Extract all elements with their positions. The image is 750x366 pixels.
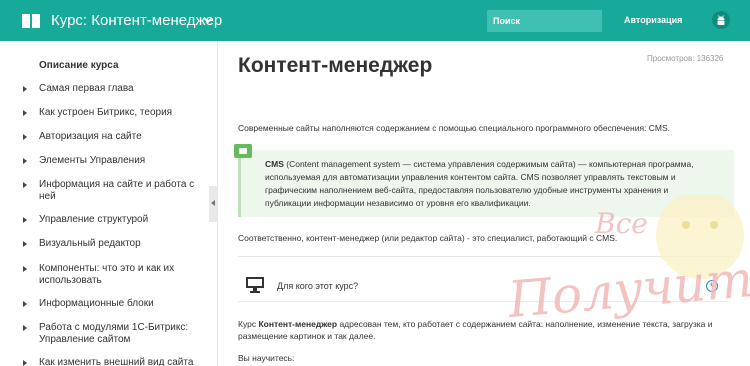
chevron-right-icon [23,325,27,331]
sidebar-item-label: Описание курса [39,60,119,71]
definition-callout: CMS (Content management system — система… [238,150,734,217]
chevron-right-icon [23,360,27,366]
chevron-right-icon [23,217,27,223]
avatar[interactable] [712,11,730,29]
page-title: Контент-менеджер [238,54,433,77]
learn-heading: Вы научитесь: [238,353,295,363]
audience-course-name: Контент-менеджер [258,319,338,329]
callout-body: (Content management system — система упр… [265,159,694,208]
sidebar: Описание курса Самая первая глава Как ус… [0,41,218,366]
chevron-right-icon [23,182,27,188]
book-icon[interactable] [22,14,40,28]
auth-link[interactable]: Авторизация [624,15,682,25]
sidebar-item-label: Информация на сайте и работа с ней [39,179,195,202]
sidebar-item-label: Информационные блоки [39,298,154,309]
sidebar-item-label: Работа с модулями 1С-Битрикс: Управление… [39,322,189,345]
sidebar-item-label: Управление структурой [39,214,149,225]
chevron-right-icon [23,266,27,272]
views-counter: Просмотров: 136326 [647,54,724,63]
audience-prefix: Курс [238,319,259,329]
comment-icon [234,144,252,158]
sidebar-item-label: Компоненты: что это и как их использоват… [39,263,175,286]
sidebar-item-label: Как изменить внешний вид сайта [39,357,194,366]
monitor-icon [246,277,264,293]
callout-term: CMS [265,159,284,169]
cms-paragraph: Соответственно, контент-менеджер (или ре… [238,233,618,243]
sidebar-item-label: Элементы Управления [39,155,146,166]
course-title[interactable]: Курс: Контент-менеджер [51,12,222,29]
chevron-left-icon [211,200,215,206]
divider [238,256,734,257]
clock-icon[interactable] [706,280,718,292]
callout-text: CMS (Content management system — система… [265,158,705,210]
sidebar-collapse-button[interactable] [209,186,217,222]
chevron-right-icon [23,134,27,140]
chevron-down-icon[interactable] [203,15,213,25]
search-input[interactable] [487,10,602,32]
sidebar-item-label: Как устроен Битрикс, теория [39,107,173,118]
chevron-right-icon [23,110,27,116]
sidebar-item-label: Авторизация на сайте [39,131,142,142]
main-content: Контент-менеджер Просмотров: 136326 Совр… [219,41,750,366]
audience-section[interactable]: Для кого этот курс? [238,270,726,302]
top-header: Курс: Контент-менеджер Авторизация [0,0,750,41]
sidebar-item-label: Визуальный редактор [39,238,141,249]
chevron-right-icon [23,86,27,92]
chevron-right-icon [23,301,27,307]
chevron-right-icon [23,158,27,164]
audience-heading: Для кого этот курс? [277,281,359,291]
chevron-right-icon [23,241,27,247]
sidebar-item-label: Самая первая глава [39,83,134,94]
android-icon [717,15,725,25]
audience-paragraph: Курс Контент-менеджер адресован тем, кто… [238,318,728,342]
intro-paragraph: Современные сайты наполняются содержание… [238,123,671,133]
